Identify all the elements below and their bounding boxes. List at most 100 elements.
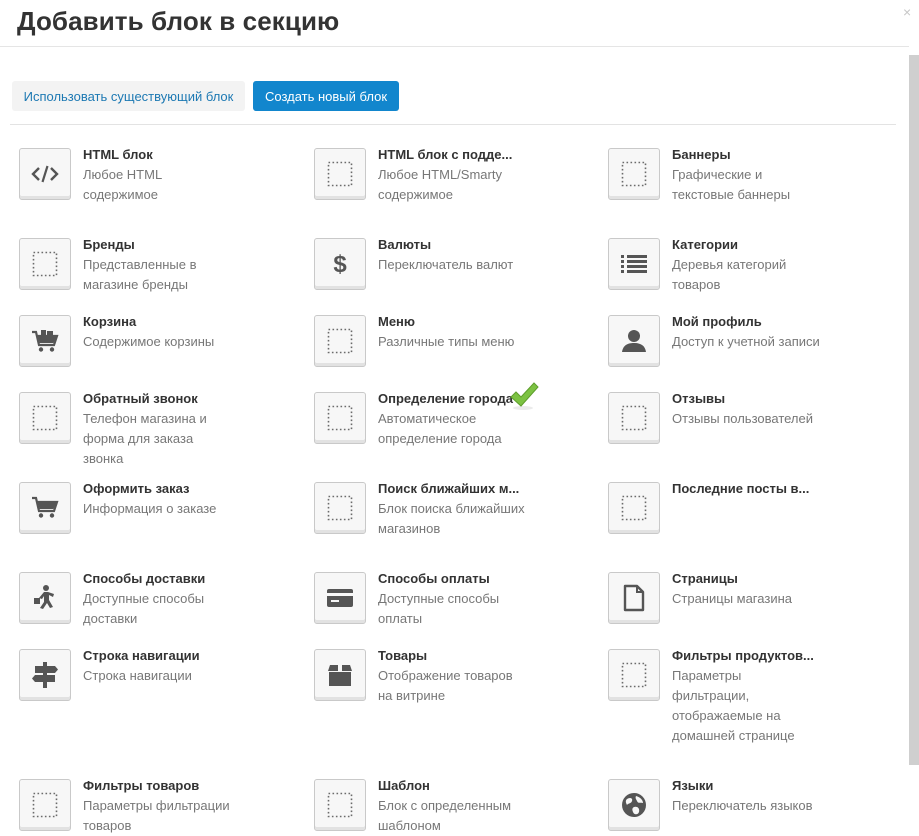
box-icon[interactable]	[314, 649, 366, 701]
block-text: Обратный звонок Телефон магазина и форма …	[83, 389, 233, 469]
block-description: Блок с определенным шаблоном	[378, 798, 512, 833]
block-name[interactable]: Шаблон	[378, 776, 528, 796]
block-name[interactable]: Строка навигации	[83, 646, 233, 666]
dotted-square-icon[interactable]	[314, 392, 366, 444]
block-name[interactable]: Мой профиль	[672, 312, 822, 332]
block-description: Доступные способы доставки	[83, 591, 205, 626]
block-name[interactable]: Корзина	[83, 312, 233, 332]
block-name[interactable]: Определение города	[378, 389, 528, 409]
block-description: Блок поиска ближайших магазинов	[378, 501, 525, 536]
block-text: Категории Деревья категорий товаров	[672, 235, 822, 295]
page-icon[interactable]	[608, 572, 660, 624]
block-name[interactable]: Способы доставки	[83, 569, 233, 589]
block-description: Автоматическое определение города	[378, 411, 502, 446]
dotted-square-icon[interactable]	[19, 238, 71, 290]
block-text: Поиск ближайших м... Блок поиска ближайши…	[378, 479, 528, 539]
block-name[interactable]: Способы оплаты	[378, 569, 528, 589]
block-text: Товары Отображение товаров на витрине	[378, 646, 528, 706]
block-description: Любое HTML/Smarty содержимое	[378, 167, 502, 202]
block-name[interactable]: Валюты	[378, 235, 528, 255]
svg-text:$: $	[333, 251, 347, 278]
use-existing-block-tab[interactable]: Использовать существующий блок	[12, 81, 245, 111]
block-description: Страницы магазина	[672, 591, 792, 606]
cart-full-icon[interactable]	[19, 315, 71, 367]
block-description: Отзывы пользователей	[672, 411, 814, 426]
block-name[interactable]: Отзывы	[672, 389, 822, 409]
block-name[interactable]: Языки	[672, 776, 822, 796]
dotted-square-icon[interactable]	[608, 148, 660, 200]
dollar-icon[interactable]: $	[314, 238, 366, 290]
block-name[interactable]: HTML блок с подде...	[378, 145, 528, 165]
dotted-square-icon[interactable]	[314, 148, 366, 200]
dotted-square-icon[interactable]	[314, 482, 366, 534]
block-description: Представленные в магазине бренды	[83, 257, 197, 292]
block-name[interactable]: Фильтры продуктов...	[672, 646, 822, 666]
create-new-block-tab[interactable]: Создать новый блок	[253, 81, 399, 111]
block-description: Информация о заказе	[83, 501, 217, 516]
block-text: Корзина Содержимое корзины	[83, 312, 233, 352]
block-name[interactable]: Последние посты в...	[672, 479, 822, 499]
block-text: Страницы Страницы магазина	[672, 569, 822, 609]
block-text: Шаблон Блок с определенным шаблоном	[378, 776, 528, 836]
dotted-square-icon[interactable]	[19, 392, 71, 444]
close-icon[interactable]: ×	[903, 4, 911, 20]
block-description: Переключатель валют	[378, 257, 514, 272]
list-icon[interactable]	[608, 238, 660, 290]
block-text: Языки Переключатель языков	[672, 776, 822, 816]
dotted-square-icon[interactable]	[314, 779, 366, 831]
block-description: Содержимое корзины	[83, 334, 215, 349]
block-description: Строка навигации	[83, 668, 192, 683]
user-icon[interactable]	[608, 315, 660, 367]
block-description: Графические и текстовые баннеры	[672, 167, 791, 202]
block-description: Отображение товаров на витрине	[378, 668, 513, 703]
dialog-title: Добавить блок в секцию	[17, 6, 340, 36]
dotted-square-icon[interactable]	[314, 315, 366, 367]
scrollbar[interactable]	[909, 55, 919, 765]
block-description: Переключатель языков	[672, 798, 813, 813]
checkmark-icon	[509, 382, 539, 415]
dotted-square-icon[interactable]	[608, 392, 660, 444]
cart-icon[interactable]	[19, 482, 71, 534]
code-icon[interactable]	[19, 148, 71, 200]
block-description: Деревья категорий товаров	[672, 257, 787, 292]
block-name[interactable]: Категории	[672, 235, 822, 255]
block-name[interactable]: Баннеры	[672, 145, 822, 165]
block-text: Баннеры Графические и текстовые баннеры	[672, 145, 822, 205]
block-text: Меню Различные типы меню	[378, 312, 528, 352]
block-description: Доступные способы оплаты	[378, 591, 500, 626]
block-name[interactable]: Обратный звонок	[83, 389, 233, 409]
block-text: HTML блок Любое HTML содержимое	[83, 145, 233, 205]
block-text: Последние посты в...	[672, 479, 822, 499]
title-divider	[0, 46, 909, 47]
block-name[interactable]: Меню	[378, 312, 528, 332]
block-text: Оформить заказ Информация о заказе	[83, 479, 233, 519]
block-text: Мой профиль Доступ к учетной записи	[672, 312, 822, 352]
block-description: Параметры фильтрации, отображаемые на до…	[672, 668, 795, 743]
signpost-icon[interactable]	[19, 649, 71, 701]
block-text: HTML блок с подде... Любое HTML/Smarty со…	[378, 145, 528, 205]
block-name[interactable]: Оформить заказ	[83, 479, 233, 499]
block-name[interactable]: Страницы	[672, 569, 822, 589]
block-description: Любое HTML содержимое	[83, 167, 162, 202]
dotted-square-icon[interactable]	[608, 482, 660, 534]
block-text: Способы доставки Доступные способы достав…	[83, 569, 233, 629]
globe-icon[interactable]	[608, 779, 660, 831]
block-description: Различные типы меню	[378, 334, 515, 349]
block-name[interactable]: HTML блок	[83, 145, 233, 165]
credit-card-icon[interactable]	[314, 572, 366, 624]
block-description: Доступ к учетной записи	[672, 334, 820, 349]
block-name[interactable]: Товары	[378, 646, 528, 666]
tabs-divider	[10, 124, 896, 125]
block-text: Бренды Представленные в магазине бренды	[83, 235, 233, 295]
block-text: Способы оплаты Доступные способы оплаты	[378, 569, 528, 629]
courier-icon[interactable]	[19, 572, 71, 624]
block-name[interactable]: Бренды	[83, 235, 233, 255]
block-text: Фильтры товаров Параметры фильтрации това…	[83, 776, 233, 836]
block-name[interactable]: Фильтры товаров	[83, 776, 233, 796]
dotted-square-icon[interactable]	[19, 779, 71, 831]
block-name[interactable]: Поиск ближайших м...	[378, 479, 528, 499]
block-text: Отзывы Отзывы пользователей	[672, 389, 822, 429]
block-description: Параметры фильтрации товаров	[83, 798, 230, 833]
block-text: Фильтры продуктов... Параметры фильтрации…	[672, 646, 822, 746]
dotted-square-icon[interactable]	[608, 649, 660, 701]
